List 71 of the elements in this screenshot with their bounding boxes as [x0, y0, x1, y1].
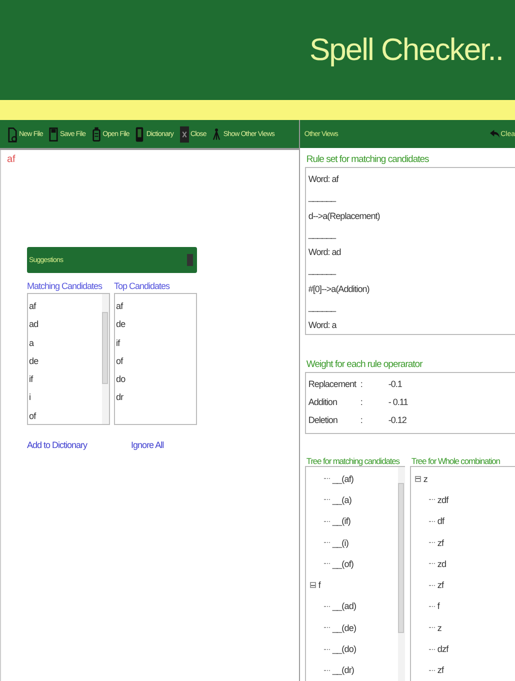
- rule-line: ______: [308, 228, 336, 241]
- rule-line: d-->a(Replacement): [308, 210, 380, 223]
- list-item[interactable]: of: [29, 406, 36, 426]
- tree-item[interactable]: f: [437, 601, 440, 612]
- tree-item[interactable]: __(i): [332, 538, 348, 548]
- tree-item[interactable]: __(de): [332, 622, 356, 633]
- separator: :: [360, 397, 364, 407]
- action-link[interactable]: Add to Dictionary: [27, 440, 88, 450]
- list-item[interactable]: i: [29, 388, 31, 407]
- tree-item[interactable]: zd: [437, 558, 446, 569]
- expander-icon[interactable]: [415, 476, 422, 482]
- book-icon: [135, 126, 144, 142]
- list-item[interactable]: if: [29, 370, 33, 388]
- tree-item[interactable]: zf: [437, 538, 444, 548]
- list-item[interactable]: dr: [116, 388, 124, 407]
- operator-name: Replacement: [308, 379, 358, 389]
- tree-item[interactable]: z: [423, 474, 428, 484]
- tree-item[interactable]: __(ad): [332, 601, 356, 612]
- tree-item[interactable]: __(of): [332, 558, 354, 569]
- list-item[interactable]: ad: [29, 315, 38, 334]
- tree-item[interactable]: __(dr): [332, 665, 354, 676]
- list-item[interactable]: de: [116, 315, 126, 334]
- rule-line: Word: ad: [308, 246, 341, 260]
- tree-item[interactable]: __(do): [332, 644, 356, 654]
- rule-line: ______: [308, 301, 336, 314]
- tree-item[interactable]: zf: [437, 665, 444, 676]
- section-title: Tree for Whole combination: [411, 456, 500, 466]
- list-item[interactable]: a: [29, 334, 34, 352]
- file-icon: [8, 126, 17, 142]
- tree-item[interactable]: __(a): [332, 494, 352, 505]
- rule-line: Word: af: [308, 173, 338, 186]
- list-item[interactable]: de: [29, 352, 38, 370]
- weight-value: -0.1: [388, 379, 402, 389]
- section-title: Tree for matching candidates: [306, 456, 400, 466]
- weight-value: -0.12: [388, 415, 406, 425]
- list-title: Top Candidates: [114, 281, 170, 291]
- separator: :: [360, 379, 364, 389]
- scrollbar[interactable]: [398, 467, 406, 681]
- tree-item[interactable]: f: [318, 580, 321, 590]
- tree-item[interactable]: dzf: [437, 644, 448, 654]
- close-button[interactable]: [187, 254, 193, 266]
- tree-item[interactable]: __(af): [332, 474, 354, 484]
- expander-icon[interactable]: [310, 582, 316, 588]
- action-link[interactable]: Ignore All: [131, 440, 164, 450]
- list-title: Matching Candidates: [27, 281, 102, 291]
- separator: :: [360, 415, 364, 425]
- close-icon: [180, 126, 188, 142]
- rule-line: ______: [308, 191, 336, 204]
- rule-line: Word: a: [308, 319, 336, 332]
- tree-item[interactable]: __(if): [332, 516, 351, 526]
- rule-line: ______: [308, 264, 336, 278]
- operator-name: Addition: [308, 397, 338, 407]
- floppy-icon: [49, 126, 58, 142]
- editor-text[interactable]: af: [7, 154, 16, 165]
- tree-item[interactable]: zdf: [437, 494, 448, 505]
- scrollbar[interactable]: [102, 294, 109, 424]
- tree-item[interactable]: zf: [437, 580, 444, 590]
- list-item[interactable]: if: [116, 334, 120, 352]
- list-item[interactable]: of: [116, 352, 123, 370]
- weight-value: - 0.11: [388, 397, 408, 407]
- section-title: Weight for each rule operarator: [306, 359, 422, 370]
- list-item[interactable]: do: [116, 370, 126, 388]
- tree-item[interactable]: z: [437, 622, 442, 633]
- section-title: Rule set for matching candidates: [306, 154, 429, 165]
- operator-name: Deletion: [308, 415, 338, 425]
- tree-item[interactable]: df: [437, 516, 444, 526]
- undo-arrow-icon: [490, 128, 500, 140]
- rule-line: #[0]-->a(Addition): [308, 282, 370, 296]
- app-title: Spell Checker..: [310, 32, 503, 68]
- list-item[interactable]: af: [116, 297, 123, 316]
- list-item[interactable]: af: [29, 297, 36, 316]
